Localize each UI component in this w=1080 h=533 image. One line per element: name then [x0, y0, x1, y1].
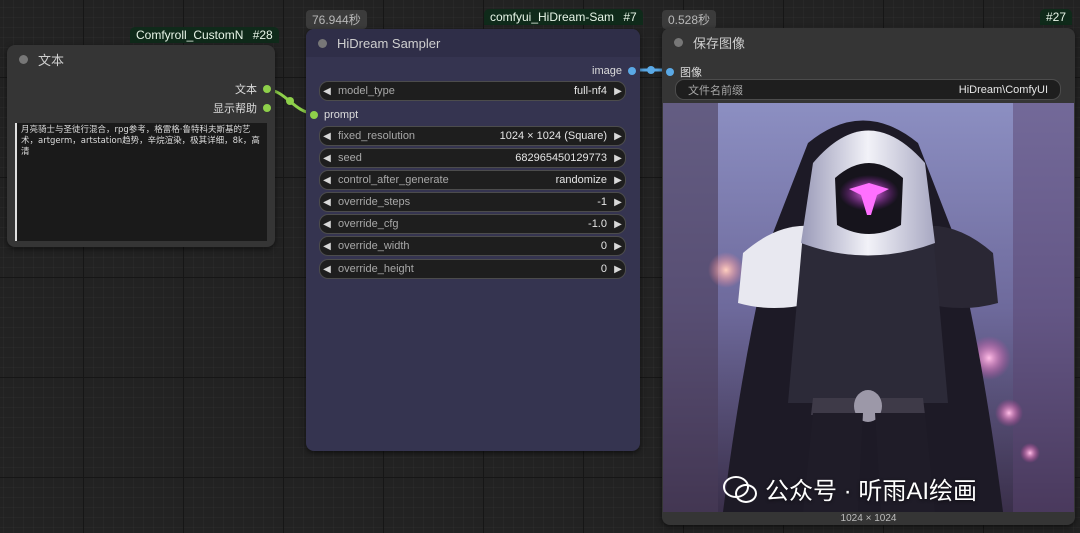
- hooded-knight-image: [663, 103, 1074, 512]
- widget-seed[interactable]: ◀ seed 682965450129773 ▶: [319, 148, 626, 168]
- widget-label: control_after_generate: [338, 174, 449, 186]
- sampler-time-badge: 76.944秒: [306, 10, 367, 29]
- text-node-title: 文本: [38, 52, 65, 68]
- widget-value: randomize: [555, 174, 607, 186]
- widget-value: 1024 × 1024 (Square): [499, 130, 607, 142]
- widget-value: full-nf4: [573, 85, 607, 97]
- arrow-left-icon[interactable]: ◀: [320, 241, 334, 252]
- widget-label: fixed_resolution: [338, 130, 416, 142]
- arrow-right-icon[interactable]: ▶: [611, 241, 625, 252]
- save-node-title: 保存图像: [693, 35, 746, 51]
- widget-value: 0: [600, 263, 607, 275]
- widget-value: 682965450129773: [515, 152, 607, 164]
- output-image-preview[interactable]: 公众号 · 听雨AI绘画: [663, 103, 1074, 512]
- save-time-badge: 0.528秒: [662, 10, 717, 29]
- arrow-left-icon[interactable]: ◀: [320, 175, 334, 186]
- watermark: 公众号 · 听雨AI绘画: [723, 471, 977, 506]
- collapse-dot[interactable]: [318, 38, 327, 48]
- widget-label: 文件名前缀: [688, 84, 743, 97]
- output-image-label: image: [592, 65, 622, 77]
- input-prompt-label: prompt: [324, 109, 359, 121]
- arrow-right-icon[interactable]: ▶: [611, 175, 625, 186]
- output-image[interactable]: image: [592, 65, 636, 77]
- sampler-node[interactable]: HiDream Sampler image prompt ◀ model_typ…: [306, 29, 640, 451]
- output-text-dot[interactable]: [263, 85, 271, 93]
- widget-override-height[interactable]: ◀ override_height 0 ▶: [319, 259, 626, 279]
- widget-override-steps[interactable]: ◀ override_steps -1 ▶: [319, 192, 626, 212]
- sampler-node-badge: comfyui_HiDream-Sam #7: [484, 9, 643, 25]
- widget-value: HiDream\ComfyUI: [958, 83, 1048, 96]
- sampler-node-badge-name: comfyui_HiDream-Sam: [490, 10, 615, 24]
- wechat-icon: [723, 475, 757, 503]
- widget-label: override_steps: [338, 196, 411, 208]
- arrow-right-icon[interactable]: ▶: [611, 197, 625, 208]
- arrow-right-icon[interactable]: ▶: [611, 219, 625, 230]
- widget-value: 0: [600, 240, 607, 252]
- sampler-node-badge-id: #7: [623, 10, 637, 24]
- text-node-header[interactable]: 文本: [7, 45, 275, 73]
- collapse-dot[interactable]: [19, 54, 28, 64]
- output-text-label: 文本: [235, 84, 257, 96]
- output-help-dot[interactable]: [263, 104, 271, 112]
- collapse-dot[interactable]: [674, 37, 683, 47]
- widget-label: override_width: [338, 240, 410, 252]
- input-prompt-dot[interactable]: [310, 111, 318, 119]
- input-image-dot[interactable]: [666, 68, 674, 76]
- widget-control-after-generate[interactable]: ◀ control_after_generate randomize ▶: [319, 170, 626, 190]
- widget-label: override_cfg: [338, 218, 399, 230]
- text-node-badge-id: #28: [252, 28, 273, 42]
- watermark-text: 公众号 · 听雨AI绘画: [765, 478, 978, 505]
- arrow-left-icon[interactable]: ◀: [320, 153, 334, 164]
- arrow-right-icon[interactable]: ▶: [611, 264, 625, 275]
- output-help[interactable]: 显示帮助: [213, 100, 271, 116]
- arrow-right-icon[interactable]: ▶: [611, 86, 625, 97]
- text-node-badge: Comfyroll_CustomN #28: [130, 27, 279, 43]
- sampler-node-title: HiDream Sampler: [337, 35, 441, 51]
- prompt-textarea[interactable]: 月亮骑士与圣徒行混合，rpg参考，格雷格·鲁特科夫斯基的艺术，artgerm，a…: [15, 123, 267, 241]
- arrow-right-icon[interactable]: ▶: [611, 153, 625, 164]
- widget-label: model_type: [338, 85, 395, 97]
- arrow-left-icon[interactable]: ◀: [320, 264, 334, 275]
- widget-value: -1.0: [588, 218, 607, 230]
- save-node-badge: #27: [1040, 9, 1073, 25]
- input-image[interactable]: 图像: [666, 64, 702, 80]
- widget-label: seed: [338, 152, 362, 164]
- input-image-label: 图像: [680, 67, 702, 79]
- image-size-label: 1024 × 1024: [840, 513, 897, 524]
- output-image-dot[interactable]: [628, 67, 636, 75]
- arrow-left-icon[interactable]: ◀: [320, 219, 334, 230]
- arrow-left-icon[interactable]: ◀: [320, 197, 334, 208]
- text-node[interactable]: 文本 文本 显示帮助 月亮骑士与圣徒行混合，rpg参考，格雷格·鲁特科夫斯基的艺…: [7, 45, 275, 247]
- arrow-left-icon[interactable]: ◀: [320, 131, 334, 142]
- widget-override-cfg[interactable]: ◀ override_cfg -1.0 ▶: [319, 214, 626, 234]
- widget-fixed-resolution[interactable]: ◀ fixed_resolution 1024 × 1024 (Square) …: [319, 126, 626, 146]
- save-node-header[interactable]: 保存图像: [662, 28, 1075, 56]
- widget-value: -1: [597, 196, 607, 208]
- input-prompt[interactable]: prompt: [310, 109, 358, 121]
- arrow-right-icon[interactable]: ▶: [611, 131, 625, 142]
- widget-label: override_height: [338, 263, 414, 275]
- text-node-badge-name: Comfyroll_CustomN: [136, 28, 244, 42]
- sampler-node-header[interactable]: HiDream Sampler: [306, 29, 640, 57]
- save-node[interactable]: 保存图像 图像 文件名前缀 HiDream\ComfyUI 公众号 · 听雨AI…: [662, 28, 1075, 525]
- widget-override-width[interactable]: ◀ override_width 0 ▶: [319, 236, 626, 256]
- widget-filename-prefix[interactable]: 文件名前缀 HiDream\ComfyUI: [675, 79, 1061, 100]
- output-help-label: 显示帮助: [213, 103, 257, 115]
- output-text[interactable]: 文本: [235, 81, 271, 97]
- widget-model-type[interactable]: ◀ model_type full-nf4 ▶: [319, 81, 626, 101]
- arrow-left-icon[interactable]: ◀: [320, 86, 334, 97]
